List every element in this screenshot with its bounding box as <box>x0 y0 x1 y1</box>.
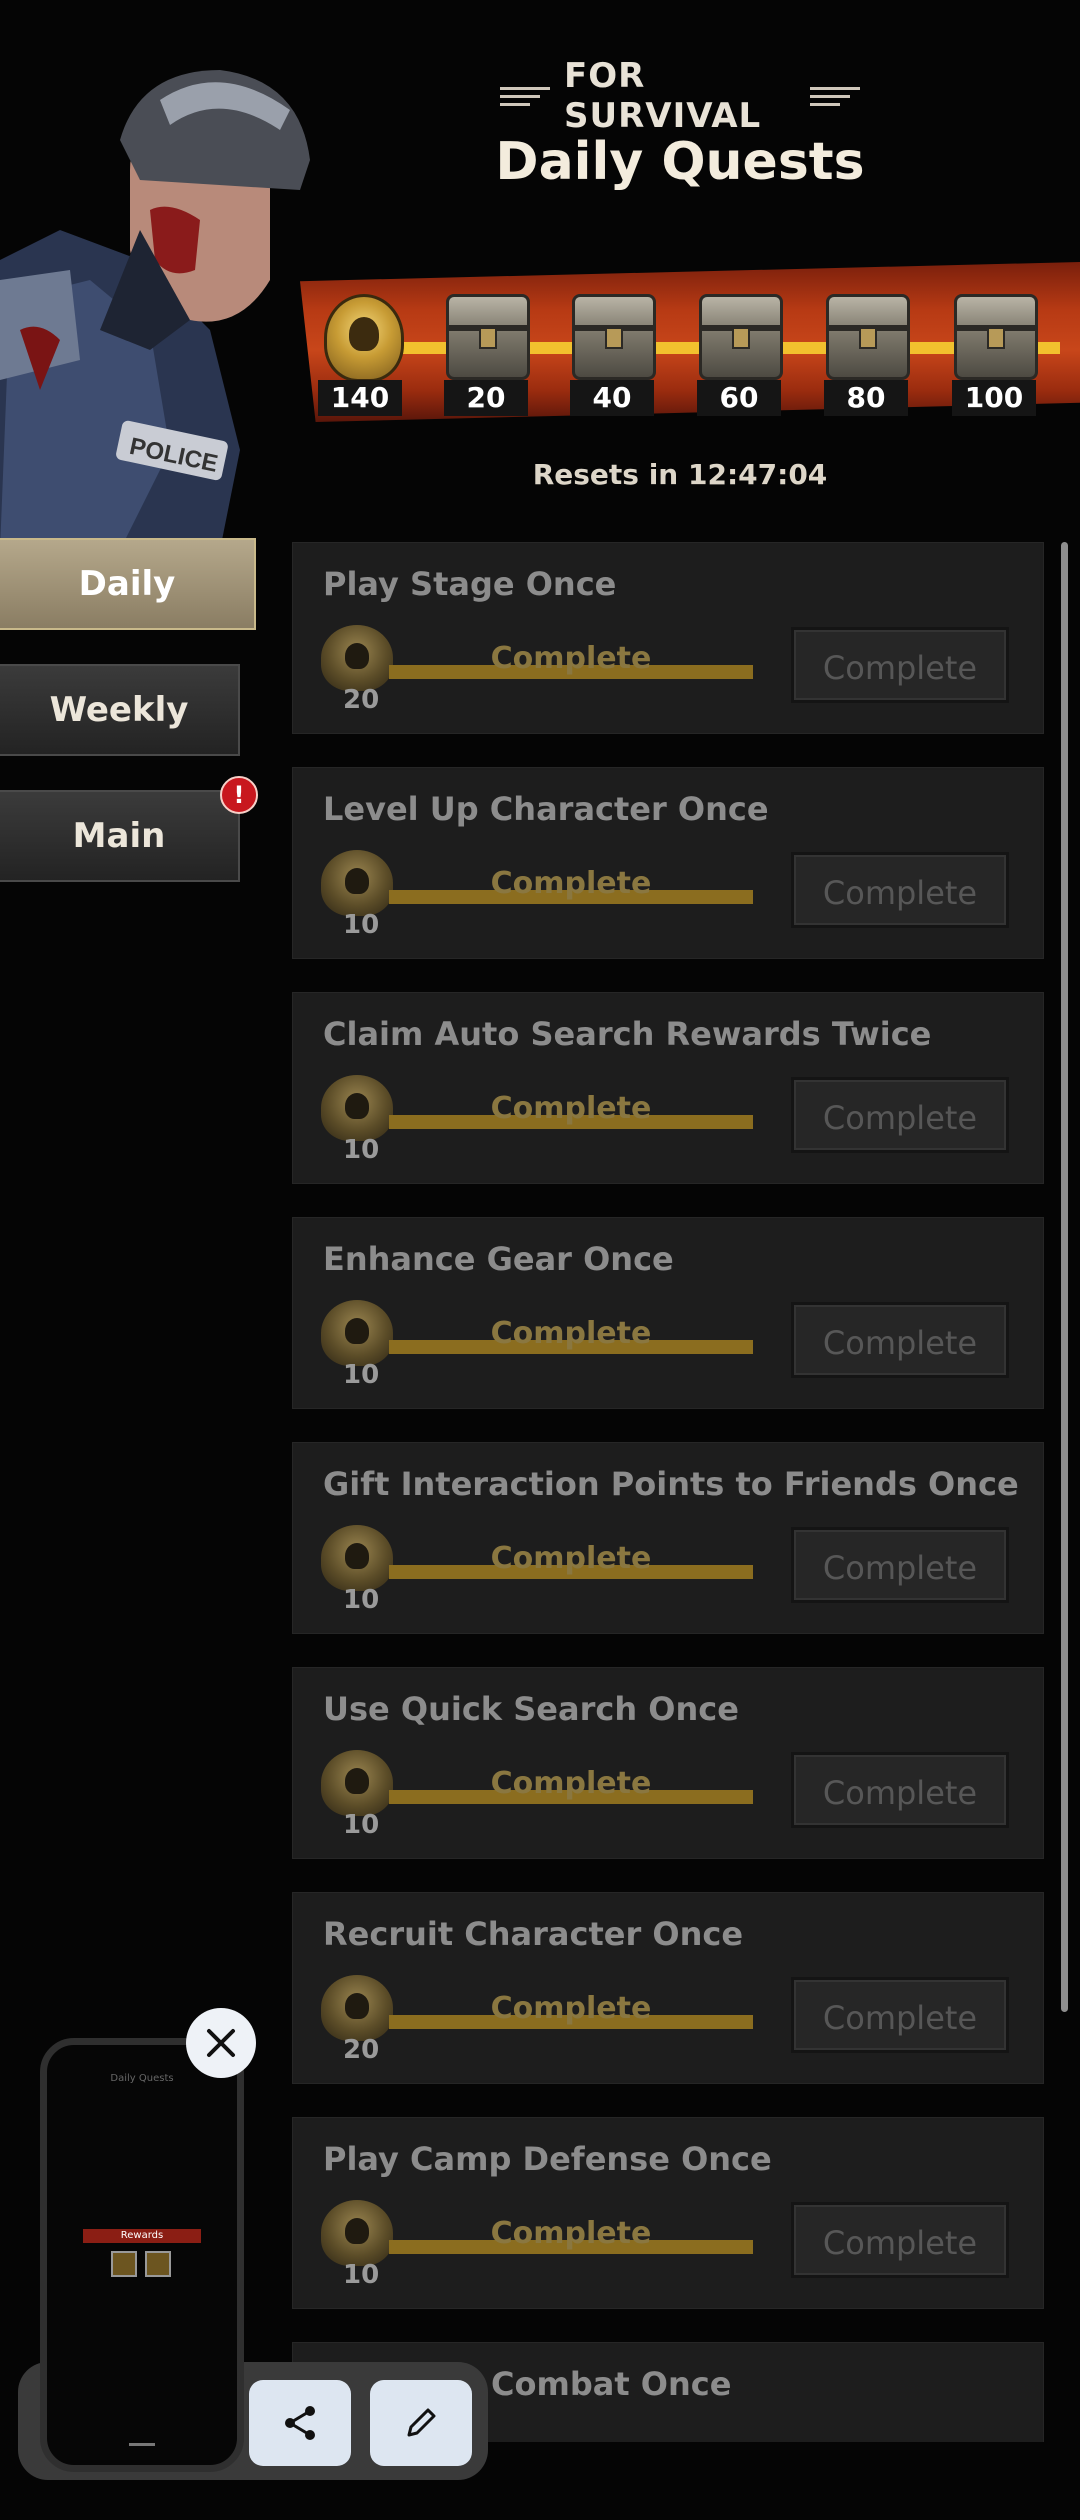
milestone-value: 140 <box>318 380 402 416</box>
close-preview-button[interactable] <box>186 2008 256 2078</box>
thumbnail-reward-icon <box>111 2251 137 2277</box>
skull-medal-icon <box>321 625 393 691</box>
complete-button[interactable]: Complete <box>791 2202 1009 2278</box>
quest-name: Play Stage Once <box>323 565 617 603</box>
chest-icon <box>699 294 783 380</box>
skull-medal-icon <box>321 1750 393 1816</box>
edit-button[interactable] <box>370 2380 472 2466</box>
progress-text: Complete <box>490 866 652 901</box>
quest-name: Gift Interaction Points to Friends Once <box>323 1465 1019 1503</box>
complete-button[interactable]: Complete <box>791 627 1009 703</box>
milestone-chest-20[interactable]: 20 <box>430 288 540 418</box>
quest-name: Recruit Character Once <box>323 1915 744 1953</box>
decorative-lines-right <box>810 86 860 106</box>
notification-badge: ! <box>220 776 258 814</box>
share-button[interactable] <box>249 2380 351 2466</box>
skull-medal-icon <box>321 1075 393 1141</box>
complete-button[interactable]: Complete <box>791 1752 1009 1828</box>
reward-count: 10 <box>343 910 380 940</box>
thumbnail-reward-icon <box>145 2251 171 2277</box>
skull-medal-icon <box>321 1525 393 1591</box>
reward-count: 20 <box>343 685 380 715</box>
milestone-value: 40 <box>570 380 654 416</box>
progress-text: Complete <box>490 2216 652 2251</box>
subtitle-text: FOR SURVIVAL <box>564 56 762 136</box>
milestone-value: 100 <box>952 380 1036 416</box>
quest-name: Use Quick Search Once <box>323 1690 739 1728</box>
pencil-icon <box>407 2408 436 2437</box>
complete-button[interactable]: Complete <box>791 1977 1009 2053</box>
chest-icon <box>954 294 1038 380</box>
complete-button[interactable]: Complete <box>791 1527 1009 1603</box>
progress-text: Complete <box>490 1541 652 1576</box>
quest-name: Play Camp Defense Once <box>323 2140 772 2178</box>
medal-icon <box>324 294 404 382</box>
decorative-lines-left <box>500 86 550 106</box>
progress-text: Complete <box>490 1766 652 1801</box>
complete-button[interactable]: Complete <box>791 1077 1009 1153</box>
milestone-chest-60[interactable]: 60 <box>683 288 793 418</box>
milestone-chest-100[interactable]: 100 <box>938 288 1048 418</box>
quest-item: Claim Auto Search Rewards Twice 10 Compl… <box>292 992 1044 1184</box>
reset-timer: Resets in 12:47:04 <box>532 458 828 491</box>
complete-button[interactable]: Complete <box>791 852 1009 928</box>
quest-item: Gift Interaction Points to Friends Once … <box>292 1442 1044 1634</box>
quest-list[interactable]: Play Stage Once 20 Complete Complete Lev… <box>292 542 1044 2442</box>
reward-count: 10 <box>343 2260 380 2290</box>
quest-name: Combat Once <box>491 2365 732 2403</box>
quest-item: Use Quick Search Once 10 Complete Comple… <box>292 1667 1044 1859</box>
quest-item: Play Camp Defense Once 10 Complete Compl… <box>292 2117 1044 2309</box>
quest-list-scrollbar[interactable] <box>1061 542 1068 2012</box>
chest-icon <box>572 294 656 380</box>
police-zombie-character-art: POLICE <box>0 70 310 550</box>
share-icon <box>285 2406 315 2440</box>
quest-name: Claim Auto Search Rewards Twice <box>323 1015 932 1053</box>
reward-count: 10 <box>343 1810 380 1840</box>
thumbnail-home-indicator <box>129 2443 155 2446</box>
quest-item: Play Stage Once 20 Complete Complete <box>292 542 1044 734</box>
quest-item: Level Up Character Once 10 Complete Comp… <box>292 767 1044 959</box>
milestone-medal[interactable]: 140 <box>304 288 414 418</box>
reward-count: 10 <box>343 1585 380 1615</box>
milestone-value: 80 <box>824 380 908 416</box>
progress-text: Complete <box>490 1991 652 2026</box>
chest-icon <box>446 294 530 380</box>
milestone-value: 60 <box>697 380 781 416</box>
progress-text: Complete <box>490 1316 652 1351</box>
tab-weekly[interactable]: Weekly <box>0 664 240 756</box>
skull-medal-icon <box>321 1975 393 2041</box>
page-title: Daily Quests <box>495 132 865 192</box>
quest-item: Enhance Gear Once 10 Complete Complete <box>292 1217 1044 1409</box>
quest-item: Recruit Character Once 20 Complete Compl… <box>292 1892 1044 2084</box>
complete-button[interactable]: Complete <box>791 1302 1009 1378</box>
reward-count: 10 <box>343 1135 380 1165</box>
progress-text: Complete <box>490 641 652 676</box>
chest-icon <box>826 294 910 380</box>
thumbnail-banner: Rewards <box>83 2229 201 2243</box>
milestone-chest-80[interactable]: 80 <box>810 288 920 418</box>
skull-medal-icon <box>321 1300 393 1366</box>
quest-name: Enhance Gear Once <box>323 1240 674 1278</box>
skull-medal-icon <box>321 850 393 916</box>
milestone-chest-40[interactable]: 40 <box>556 288 666 418</box>
tab-daily[interactable]: Daily <box>0 538 256 630</box>
tab-main[interactable]: Main <box>0 790 240 882</box>
milestone-value: 20 <box>444 380 528 416</box>
header-subtitle: FOR SURVIVAL <box>500 56 860 136</box>
quest-name: Level Up Character Once <box>323 790 769 828</box>
screenshot-thumbnail[interactable]: Daily Quests Rewards <box>40 2038 244 2472</box>
progress-text: Complete <box>490 1091 652 1126</box>
close-icon <box>207 2029 235 2057</box>
skull-medal-icon <box>321 2200 393 2266</box>
reward-count: 10 <box>343 1360 380 1390</box>
reward-count: 20 <box>343 2035 380 2065</box>
